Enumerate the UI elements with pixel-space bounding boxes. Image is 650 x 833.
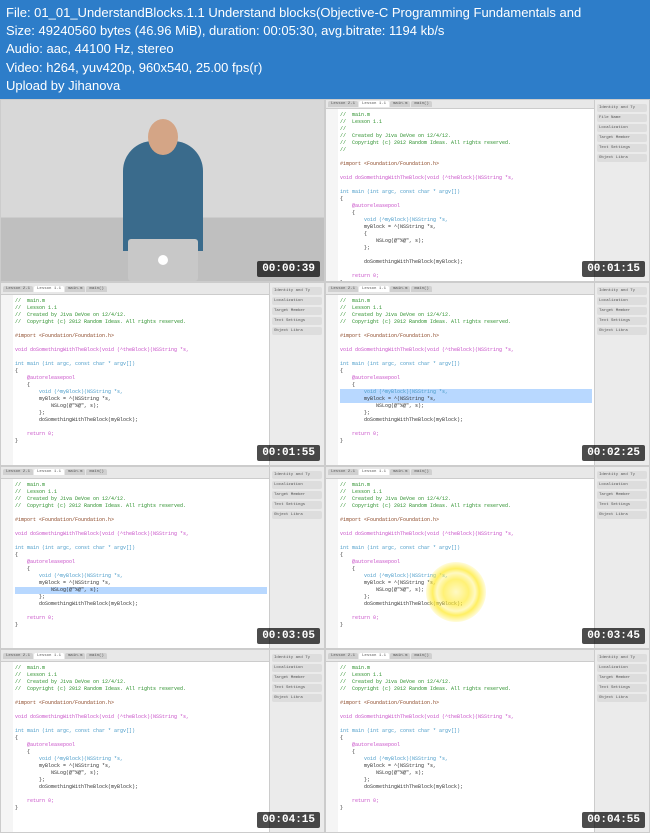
thumb-3: Lesson 2-1Lesson 1.1main.mmain()// main.… <box>0 282 325 466</box>
size-line: Size: 49240560 bytes (46.96 MiB), durati… <box>6 22 644 40</box>
tab: Lesson 2-1 <box>328 101 358 107</box>
timestamp: 00:04:15 <box>257 812 320 828</box>
timestamp: 00:01:15 <box>582 261 645 277</box>
presenter-person <box>123 141 203 251</box>
thumb-6: Lesson 2-1Lesson 1.1main.mmain()// main.… <box>325 466 650 650</box>
metadata-header: File: 01_01_UnderstandBlocks.1.1 Underst… <box>0 0 650 99</box>
timestamp: 00:03:05 <box>257 628 320 644</box>
thumb-8: Lesson 2-1Lesson 1.1main.mmain()// main.… <box>325 649 650 833</box>
tab: main.m <box>390 101 410 107</box>
line-gutter <box>326 109 338 283</box>
tab: Lesson 1.1 <box>359 101 389 107</box>
video-line: Video: h264, yuv420p, 960x540, 25.00 fps… <box>6 59 644 77</box>
timestamp: 00:01:55 <box>257 445 320 461</box>
apple-logo-icon <box>158 255 168 265</box>
presenter-head <box>148 119 178 155</box>
code-editor: // main.m // Lesson 1.1 // // Created by… <box>338 109 594 283</box>
thumb-4: Lesson 2-1Lesson 1.1main.mmain()// main.… <box>325 282 650 466</box>
thumb-5: Lesson 2-1Lesson 1.1main.mmain()// main.… <box>0 466 325 650</box>
laptop-icon <box>128 239 198 281</box>
thumb-2: Lesson 2-1 Lesson 1.1 main.m main() // m… <box>325 99 650 283</box>
upload-line: Upload by Jihanova <box>6 77 644 95</box>
timestamp: 00:02:25 <box>582 445 645 461</box>
thumb-7: Lesson 2-1Lesson 1.1main.mmain()// main.… <box>0 649 325 833</box>
ide-window: Lesson 2-1 Lesson 1.1 main.m main() // m… <box>326 100 649 282</box>
thumbnail-grid: 00:00:39 Lesson 2-1 Lesson 1.1 main.m ma… <box>0 99 650 833</box>
audio-line: Audio: aac, 44100 Hz, stereo <box>6 40 644 58</box>
tab: main() <box>411 101 431 107</box>
inspector-panel: Identity and Ty File Name Localization T… <box>594 100 649 282</box>
tab-bar: Lesson 2-1 Lesson 1.1 main.m main() <box>326 100 594 109</box>
timestamp: 00:04:55 <box>582 812 645 828</box>
file-line: File: 01_01_UnderstandBlocks.1.1 Underst… <box>6 4 644 22</box>
timestamp: 00:03:45 <box>582 628 645 644</box>
thumb-1: 00:00:39 <box>0 99 325 283</box>
timestamp: 00:00:39 <box>257 261 320 277</box>
presenter-scene <box>1 100 324 282</box>
